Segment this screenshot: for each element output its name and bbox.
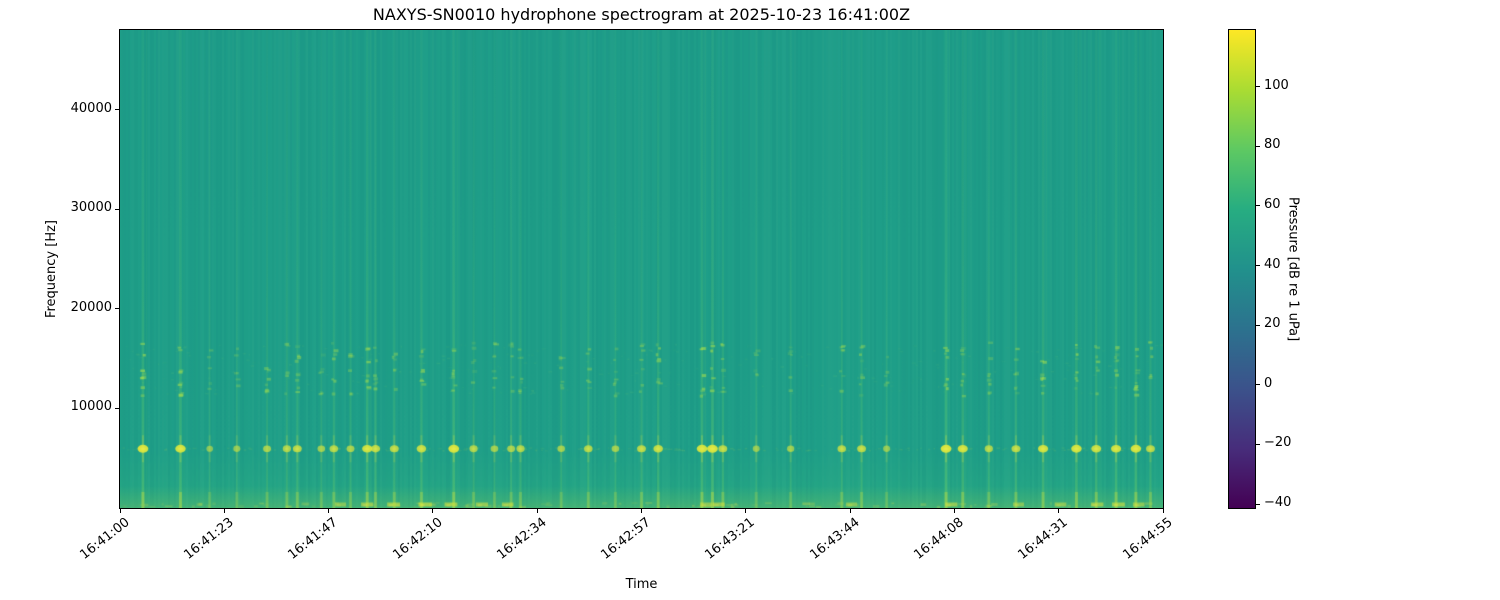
colorbar-tick-mark <box>1256 265 1260 267</box>
x-tick-mark <box>849 509 851 513</box>
colorbar-tick-label: 80 <box>1264 137 1281 153</box>
x-tick-mark <box>745 509 747 513</box>
y-tick-mark <box>115 109 119 111</box>
x-tick-mark <box>1058 509 1060 513</box>
x-tick-label: 16:42:57 <box>598 515 654 563</box>
plot-area <box>119 29 1164 509</box>
colorbar-tick-mark <box>1256 384 1260 386</box>
x-tick-mark <box>953 509 955 513</box>
colorbar-gradient <box>1228 29 1256 509</box>
colorbar-tick-mark <box>1256 503 1260 505</box>
x-tick-mark <box>1162 509 1164 513</box>
x-tick-label: 16:41:23 <box>181 515 237 563</box>
x-tick-mark <box>536 509 538 513</box>
y-tick-label: 30000 <box>70 200 112 216</box>
x-tick-label: 16:44:55 <box>1119 515 1176 563</box>
colorbar-tick-mark <box>1256 443 1260 445</box>
y-tick-label: 40000 <box>70 100 112 116</box>
x-axis-label: Time <box>625 577 658 592</box>
y-tick-label: 10000 <box>70 399 112 415</box>
colorbar-label-text: Pressure [dB re 1 uPa] <box>1285 196 1301 342</box>
x-tick-mark <box>641 509 642 513</box>
colorbar-tick-label: 40 <box>1264 256 1281 272</box>
colorbar-tick-label: 20 <box>1264 316 1281 332</box>
colorbar-tick-mark <box>1256 145 1260 147</box>
colorbar-tick-mark <box>1256 86 1260 88</box>
colorbar-tick-label: 60 <box>1264 196 1281 212</box>
colorbar-tick-mark <box>1256 205 1260 207</box>
x-tick-label: 16:43:44 <box>807 515 863 563</box>
x-tick-label: 16:44:31 <box>1015 515 1071 563</box>
colorbar-tick-mark <box>1256 324 1260 326</box>
x-tick-label: 16:41:00 <box>76 515 133 563</box>
y-tick-label: 20000 <box>70 299 112 315</box>
y-tick-mark <box>115 407 119 409</box>
figure: NAXYS-SN0010 hydrophone spectrogram at 2… <box>0 0 1500 600</box>
chart-title: NAXYS-SN0010 hydrophone spectrogram at 2… <box>372 5 911 24</box>
y-tick-mark <box>115 208 119 210</box>
x-tick-label: 16:41:47 <box>285 515 341 563</box>
x-tick-label: 16:43:21 <box>702 515 759 563</box>
x-tick-mark <box>119 509 121 513</box>
x-tick-label: 16:42:10 <box>389 515 446 563</box>
y-axis-label-text: Frequency [Hz] <box>43 219 59 319</box>
x-tick-label: 16:44:08 <box>911 515 967 563</box>
x-tick-mark <box>223 509 225 513</box>
y-axis-label: Frequency [Hz] <box>41 30 61 508</box>
spectrogram-canvas <box>120 30 1163 508</box>
colorbar-label: Pressure [dB re 1 uPa] <box>1284 30 1302 508</box>
colorbar-tick-label: 0 <box>1264 375 1273 391</box>
x-tick-label: 16:42:34 <box>494 515 550 563</box>
y-tick-mark <box>115 308 119 310</box>
x-tick-mark <box>328 509 330 513</box>
x-tick-mark <box>432 509 434 513</box>
